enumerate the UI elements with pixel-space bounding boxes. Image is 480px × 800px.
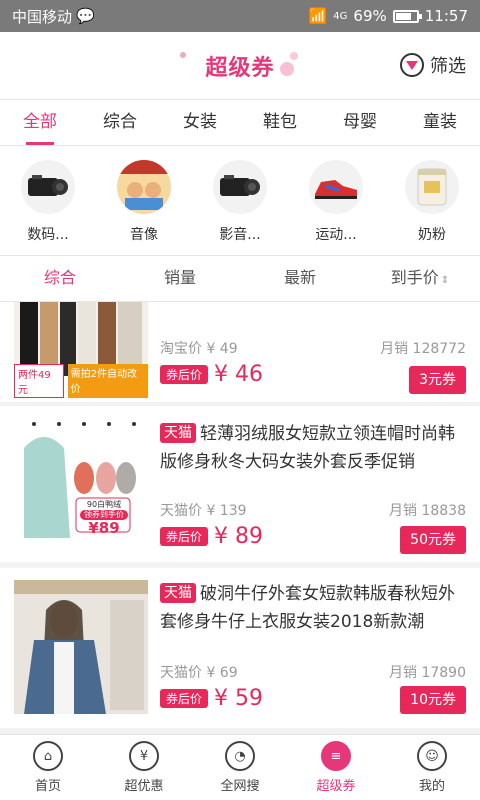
carrier-name: 中国移动 (12, 7, 73, 26)
product-thumbnail (14, 580, 148, 714)
tab-all[interactable]: 全部 (0, 100, 80, 145)
category-label: 数码... (27, 227, 69, 243)
product-list: 两件49元 需拍2件自动改价 淘宝价 ¥ 49 月销 128772 券后价 ¥ … (0, 302, 480, 734)
book-cover-icon (117, 160, 171, 214)
thumb-promo-subtext: 需拍2件自动改价 (67, 364, 148, 398)
final-price: ¥ 59 (214, 686, 263, 711)
coupon-price: 券后价 ¥ 89 (160, 524, 263, 549)
nav-label: 超优惠 (124, 779, 164, 794)
original-price: 天猫价 ¥ 69 (160, 665, 238, 681)
coupon-price: 券后价 ¥ 46 (160, 362, 263, 387)
sort-sales[interactable]: 销量 (120, 256, 240, 301)
chat-bubble-icon: 💬 (76, 7, 95, 25)
final-price: ¥ 89 (214, 524, 263, 549)
status-bar: 中国移动 💬 📶 4G 69% 11:57 (0, 0, 480, 32)
sort-general[interactable]: 综合 (0, 256, 120, 301)
category-av-equipment[interactable]: 影音... (192, 146, 288, 255)
clock: 11:57 (424, 7, 468, 25)
app-header: 超级券 筛选 (0, 32, 480, 100)
sort-arrow-icon: ⇕ (440, 275, 450, 286)
product-thumbnail: 两件49元 需拍2件自动改价 (14, 302, 148, 400)
coupon-button[interactable]: 50元券 (400, 526, 466, 554)
sort-final-price[interactable]: 到手价 ⇕ (360, 256, 480, 301)
nav-super-deals[interactable]: ¥ 超优惠 (96, 735, 192, 800)
product-title: 天猫 轻薄羽绒服女短款立领连帽时尚韩版修身秋冬大码女装外套反季促销 (160, 420, 466, 476)
after-coupon-badge: 券后价 (160, 365, 209, 384)
after-coupon-badge: 券后价 (160, 689, 209, 708)
battery-icon (392, 9, 422, 23)
category-label: 奶粉 (418, 227, 446, 243)
thumb-promo: 两件49元 需拍2件自动改价 (14, 364, 148, 398)
category-label: 运动... (315, 227, 357, 243)
category-icons: 数码... 音像 影音... 运动... 奶粉 (0, 146, 480, 256)
thumb-promo: 90白鸭绒 领券到手价 ¥89 (80, 500, 128, 537)
tab-general[interactable]: 综合 (80, 100, 160, 145)
filter-button[interactable]: 筛选 (400, 52, 466, 78)
sneaker-icon (309, 160, 363, 214)
milk-powder-icon (405, 160, 459, 214)
tmall-tag: 天猫 (160, 583, 196, 603)
yen-icon: ¥ (129, 741, 159, 771)
wifi-icon: 📶 (308, 7, 328, 25)
sort-bar: 综合 销量 最新 到手价 ⇕ (0, 256, 480, 302)
category-label: 影音... (219, 227, 261, 243)
monthly-sales: 月销 18838 (389, 503, 466, 519)
after-coupon-badge: 券后价 (160, 527, 209, 546)
final-price: ¥ 46 (214, 362, 263, 387)
tab-kids[interactable]: 童装 (400, 100, 480, 145)
nav-label: 首页 (34, 779, 61, 794)
camcorder-icon (213, 160, 267, 214)
category-audio-video[interactable]: 音像 (96, 146, 192, 255)
thumb-promo-text: 90白鸭绒 (86, 500, 122, 509)
filter-label: 筛选 (430, 56, 466, 77)
camcorder-icon (21, 160, 75, 214)
home-icon: ⌂ (33, 741, 63, 771)
smile-icon: ☺ (417, 741, 447, 771)
thumb-promo-price: ¥89 (88, 519, 120, 537)
category-digital[interactable]: 数码... (0, 146, 96, 255)
nav-label: 我的 (418, 779, 445, 794)
category-sports[interactable]: 运动... (288, 146, 384, 255)
sort-final-price-label: 到手价 (390, 268, 439, 287)
search-face-icon: ◔ (225, 741, 255, 771)
carrier: 中国移动 💬 (12, 6, 95, 27)
coupon-icon: ≡ (321, 741, 351, 771)
product-thumbnail: 90白鸭绒 领券到手价 ¥89 (14, 418, 148, 552)
category-label: 音像 (130, 227, 158, 243)
tab-shoes-bags[interactable]: 鞋包 (240, 100, 320, 145)
nav-label: 全网搜 (220, 779, 260, 794)
monthly-sales: 月销 17890 (389, 665, 466, 681)
original-price: 天猫价 ¥ 139 (160, 503, 247, 519)
product-title-text: 轻薄羽绒服女短款立领连帽时尚韩版修身秋冬大码女装外套反季促销 (160, 424, 455, 472)
original-price: 淘宝价 ¥ 49 (160, 341, 238, 357)
nav-search-all[interactable]: ◔ 全网搜 (192, 735, 288, 800)
nav-me[interactable]: ☺ 我的 (384, 735, 480, 800)
tab-mother-baby[interactable]: 母婴 (320, 100, 400, 145)
product-card[interactable]: 90白鸭绒 领券到手价 ¥89 天猫 轻薄羽绒服女短款立领连帽时尚韩版修身秋冬大码… (0, 406, 480, 562)
category-tabs: 全部 综合 女装 鞋包 母婴 童装 (0, 100, 480, 146)
bottom-nav: ⌂ 首页 ¥ 超优惠 ◔ 全网搜 ≡ 超级券 ☺ 我的 (0, 734, 480, 800)
filter-icon (400, 53, 424, 77)
battery-percent: 69% (353, 7, 387, 25)
tab-women[interactable]: 女装 (160, 100, 240, 145)
product-card[interactable]: 两件49元 需拍2件自动改价 淘宝价 ¥ 49 月销 128772 券后价 ¥ … (0, 302, 480, 402)
product-title: 天猫 破洞牛仔外套女短款韩版春秋短外套修身牛仔上衣服女装2018新款潮 (160, 580, 466, 636)
nav-super-coupon[interactable]: ≡ 超级券 (288, 735, 384, 800)
monthly-sales: 月销 128772 (380, 341, 466, 357)
category-milk-powder[interactable]: 奶粉 (384, 146, 480, 255)
coupon-button[interactable]: 10元券 (400, 686, 466, 714)
nav-home[interactable]: ⌂ 首页 (0, 735, 96, 800)
tmall-tag: 天猫 (160, 423, 196, 443)
coupon-price: 券后价 ¥ 59 (160, 686, 263, 711)
sort-newest[interactable]: 最新 (240, 256, 360, 301)
product-card[interactable]: 天猫 破洞牛仔外套女短款韩版春秋短外套修身牛仔上衣服女装2018新款潮 天猫价 ¥… (0, 568, 480, 728)
coupon-button[interactable]: 3元券 (409, 366, 466, 394)
product-title-text: 破洞牛仔外套女短款韩版春秋短外套修身牛仔上衣服女装2018新款潮 (160, 584, 455, 632)
status-right: 📶 4G 69% 11:57 (309, 7, 468, 25)
battery-fill (395, 12, 411, 20)
thumb-promo-text: 两件49元 (14, 364, 64, 398)
nav-label: 超级券 (316, 779, 356, 794)
network-type: 4G (333, 10, 348, 22)
